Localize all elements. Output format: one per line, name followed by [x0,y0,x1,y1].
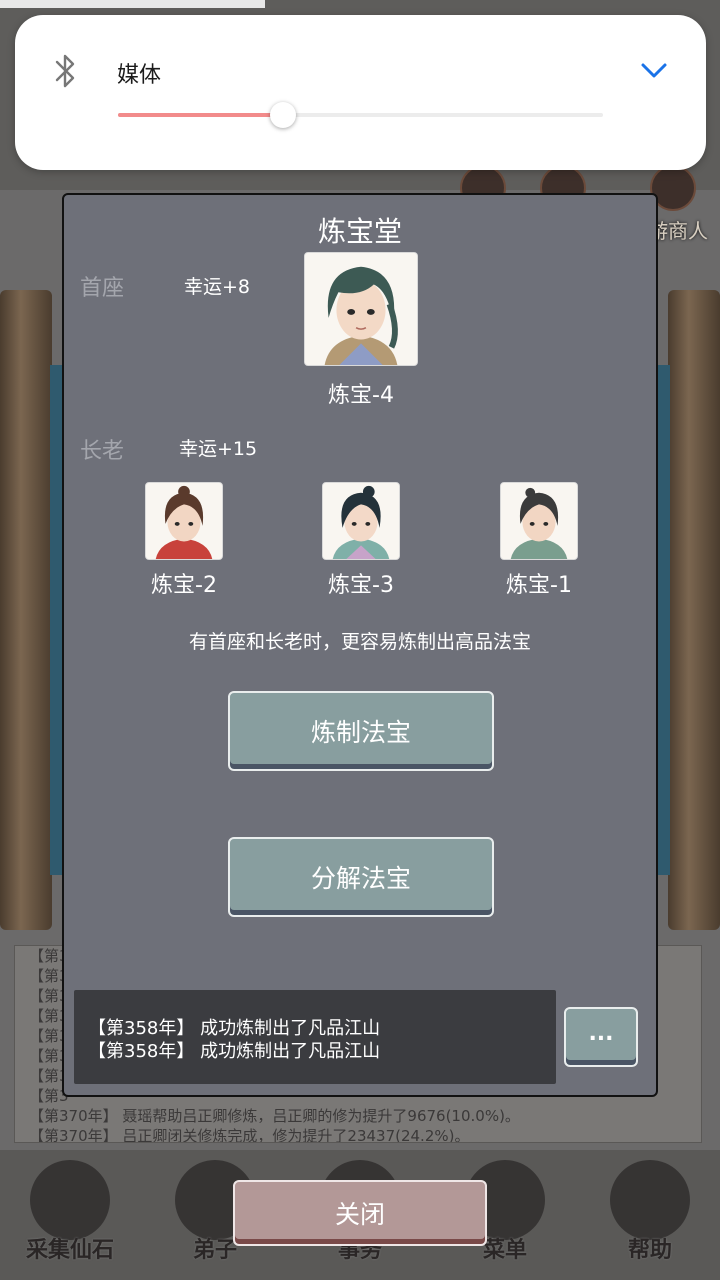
elder-portrait[interactable] [500,482,578,560]
scroll-edge-left [50,365,62,875]
chief-bonus: 幸运+8 [184,276,251,298]
slider-fill [118,113,283,117]
slider-thumb[interactable] [269,102,296,128]
artifact-hall-dialog: 炼宝堂 首座 幸运+8 炼宝-4 长老 幸运+15 炼宝-2 炼宝-3 炼宝-1… [62,193,658,1097]
background-strip [0,0,265,8]
nav-collect-stones[interactable]: 采集仙石 [10,1150,130,1280]
chief-name: 炼宝-4 [328,383,394,408]
decompose-artifact-button[interactable]: 分解法宝 [228,837,494,917]
chief-portrait[interactable] [304,252,418,366]
more-messages-button[interactable]: ... [564,1007,638,1067]
scroll-pole-left [0,290,52,930]
elder-portrait[interactable] [322,482,400,560]
elder-avatar [323,483,399,559]
dialog-title: 炼宝堂 [317,215,402,248]
elder-avatar [146,483,222,559]
help-icon [610,1160,690,1240]
bluetooth-icon [55,54,75,88]
nav-label: 采集仙石 [25,1238,114,1263]
elder-portrait[interactable] [145,482,223,560]
media-volume-panel: 媒体 [15,15,706,170]
elder-name: 炼宝-3 [328,573,394,598]
nav-help[interactable]: 帮助 [590,1150,710,1280]
elder-avatar [501,483,577,559]
scroll-pole-right [668,290,720,930]
elder-name: 炼宝-2 [151,573,217,598]
close-button[interactable]: 关闭 [233,1180,487,1246]
refine-hint: 有首座和长老时，更容易炼制出高品法宝 [188,631,531,653]
elders-label: 长老 [80,439,125,464]
refine-message-log: 【第358年】 成功炼制出了凡品江山 【第358年】 成功炼制出了凡品江山 [74,990,556,1084]
elders-bonus: 幸运+15 [179,438,258,460]
log-line: 【第370年】 吕正卿闭关修炼完成，修为提升了23437(24.2%)。 [29,1127,470,1143]
scroll-edge-right [658,365,670,875]
pickaxe-icon [30,1160,110,1240]
refine-artifact-button[interactable]: 炼制法宝 [228,691,494,771]
log-line: 【第370年】 聂瑶帮助吕正卿修炼，吕正卿的修为提升了9676(10.0%)。 [29,1107,520,1125]
chief-label: 首座 [80,276,125,301]
chevron-down-icon[interactable] [639,59,669,81]
message-line: 【第358年】 成功炼制出了凡品江山 [88,1041,381,1062]
media-volume-slider[interactable] [118,102,603,128]
nav-label: 帮助 [627,1238,672,1263]
volume-stream-label: 媒体 [117,63,162,88]
elder-name: 炼宝-1 [506,573,572,598]
chief-avatar [305,253,417,365]
